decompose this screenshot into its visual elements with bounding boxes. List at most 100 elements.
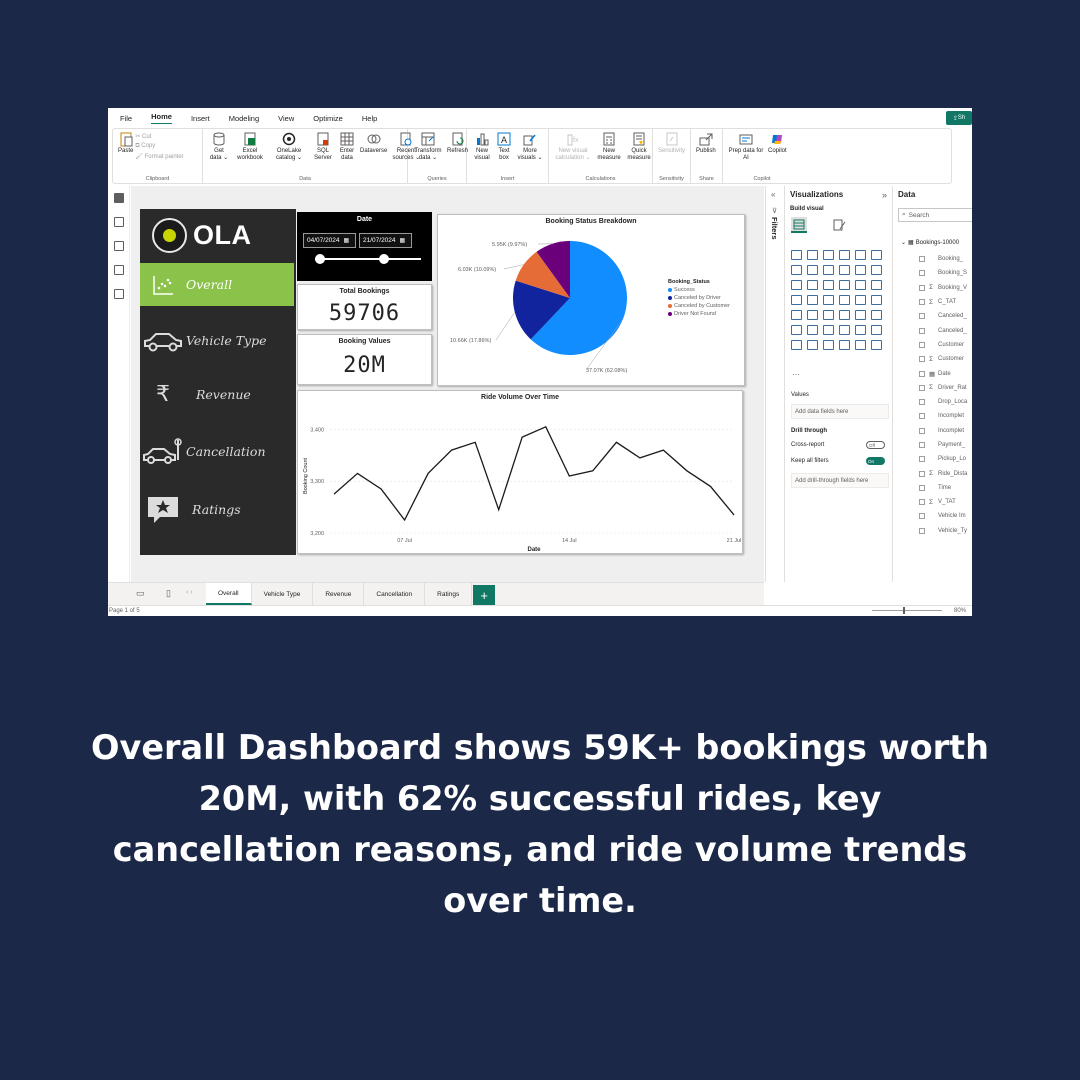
table-visual-icon[interactable] <box>839 310 850 320</box>
ride-volume-point[interactable] <box>684 468 689 473</box>
field-checkbox[interactable] <box>919 299 925 306</box>
treemap-icon[interactable] <box>791 295 802 305</box>
share-button[interactable]: ⇪ Sh <box>946 111 972 125</box>
field-checkbox[interactable] <box>919 384 925 391</box>
values-well[interactable]: Add data fields here <box>791 404 889 419</box>
ride-volume-point[interactable] <box>637 455 642 460</box>
collapse-pane-icon[interactable]: « <box>771 190 783 199</box>
field-checkbox[interactable] <box>919 284 925 291</box>
funnel-chart-icon[interactable] <box>823 280 834 290</box>
ride-volume-point[interactable] <box>426 471 431 476</box>
tmdl-view-icon[interactable] <box>114 289 124 299</box>
add-page-button[interactable]: + <box>473 585 496 605</box>
date-end-input[interactable]: 21/07/2024 ▦ <box>359 233 412 248</box>
line-chart-icon[interactable] <box>791 265 802 275</box>
data-field[interactable]: Booking_ <box>893 252 972 266</box>
data-field[interactable]: Time <box>893 481 972 495</box>
ride-volume-point[interactable] <box>332 492 337 497</box>
slicer-icon[interactable] <box>823 310 834 320</box>
kpi-icon[interactable] <box>807 310 818 320</box>
field-checkbox[interactable] <box>919 327 925 334</box>
line-clustered-column-icon[interactable] <box>871 265 882 275</box>
data-field[interactable]: Σ Booking_V <box>893 281 972 295</box>
nav-ratings[interactable]: Ratings <box>140 488 294 531</box>
python-visual-icon[interactable] <box>791 325 802 335</box>
multi-row-card-icon[interactable] <box>791 310 802 320</box>
zoom-slider[interactable] <box>872 610 942 611</box>
keep-filters-toggle[interactable]: On <box>866 457 885 465</box>
field-checkbox[interactable] <box>919 341 925 348</box>
shape-map-icon[interactable] <box>839 340 850 350</box>
stacked-area-chart-icon[interactable] <box>823 265 834 275</box>
menu-modeling[interactable]: Modeling <box>229 114 259 123</box>
line-stacked-column-icon[interactable] <box>855 265 866 275</box>
date-range-end-handle[interactable] <box>379 254 389 264</box>
data-field[interactable]: Canceled_ <box>893 309 972 323</box>
table-node[interactable]: ⌄ ▦ Bookings-10000 <box>901 239 959 247</box>
data-field[interactable]: Σ Driver_Rat <box>893 381 972 395</box>
menu-file[interactable]: File <box>120 114 132 123</box>
donut-chart-icon[interactable] <box>871 280 882 290</box>
data-field[interactable]: Σ V_TAT <box>893 495 972 509</box>
more-visuals-gallery-icon[interactable] <box>871 340 882 350</box>
data-field[interactable]: Vehicle_Ty <box>893 524 972 538</box>
filled-map-icon[interactable] <box>823 295 834 305</box>
field-checkbox[interactable] <box>919 456 925 463</box>
field-checkbox[interactable] <box>919 470 925 477</box>
ride-volume-point[interactable] <box>614 440 619 445</box>
clustered-bar-chart-icon[interactable] <box>823 250 834 260</box>
build-visual-tab[interactable] <box>791 217 807 233</box>
legend-item-success[interactable]: Success <box>668 287 730 293</box>
field-checkbox[interactable] <box>919 513 925 520</box>
data-field[interactable]: ▦ Date <box>893 366 972 380</box>
page-tab-ratings[interactable]: Ratings <box>425 583 473 605</box>
date-range-start-handle[interactable] <box>315 254 325 264</box>
data-field[interactable]: Booking_S <box>893 266 972 280</box>
copilot-visual-icon[interactable] <box>855 340 866 350</box>
field-checkbox[interactable] <box>919 270 925 277</box>
clustered-column-chart-icon[interactable] <box>839 250 850 260</box>
key-influencers-icon[interactable] <box>807 325 818 335</box>
ride-volume-point[interactable] <box>543 424 548 429</box>
goals-icon[interactable] <box>871 325 882 335</box>
desktop-layout-icon[interactable]: ▭ <box>136 588 145 599</box>
data-field[interactable]: Incomplet <box>893 424 972 438</box>
area-chart-icon[interactable] <box>807 265 818 275</box>
copy-button[interactable]: ⧉ Copy <box>135 143 183 153</box>
ribbon-chart-icon[interactable] <box>791 280 802 290</box>
zoom-handle[interactable] <box>903 607 905 614</box>
field-checkbox[interactable] <box>919 484 925 491</box>
prev-page-icon[interactable]: ‹ › <box>186 589 193 596</box>
field-checkbox[interactable] <box>919 356 925 363</box>
legend-item-driver-not-found[interactable]: Driver Not Found <box>668 311 730 317</box>
menu-help[interactable]: Help <box>362 114 377 123</box>
bar-100-chart-icon[interactable] <box>855 250 866 260</box>
ride-volume-point[interactable] <box>708 484 713 489</box>
qa-icon[interactable] <box>839 325 850 335</box>
field-checkbox[interactable] <box>919 313 925 320</box>
field-checkbox[interactable] <box>919 499 925 506</box>
power-apps-icon[interactable] <box>807 340 818 350</box>
nav-revenue[interactable]: ₹ Revenue <box>140 373 294 416</box>
expand-pane-icon[interactable]: » <box>882 190 887 200</box>
field-checkbox[interactable] <box>919 399 925 406</box>
menu-home[interactable]: Home <box>151 112 172 124</box>
mobile-layout-icon[interactable]: ▯ <box>166 588 171 599</box>
filters-pane[interactable]: « ⊽ Filters <box>765 186 783 582</box>
menu-optimize[interactable]: Optimize <box>313 114 343 123</box>
area-100-chart-icon[interactable] <box>839 265 850 275</box>
data-field[interactable]: Vehicle Im <box>893 509 972 523</box>
card-icon[interactable] <box>871 295 882 305</box>
ride-volume-point[interactable] <box>496 507 501 512</box>
report-view-icon[interactable] <box>114 193 124 203</box>
data-field[interactable]: Customer <box>893 338 972 352</box>
nav-cancellation[interactable]: Cancellation <box>140 430 294 473</box>
pie-chart-icon[interactable] <box>855 280 866 290</box>
nav-overall[interactable]: Overall <box>140 263 294 306</box>
drill-through-well[interactable]: Add drill-through fields here <box>791 473 889 488</box>
page-tab-vehicle-type[interactable]: Vehicle Type <box>251 583 314 605</box>
power-automate-icon[interactable] <box>823 340 834 350</box>
scatter-chart-icon[interactable] <box>839 280 850 290</box>
data-field[interactable]: Σ Customer <box>893 352 972 366</box>
data-field[interactable]: Drop_Loca <box>893 395 972 409</box>
